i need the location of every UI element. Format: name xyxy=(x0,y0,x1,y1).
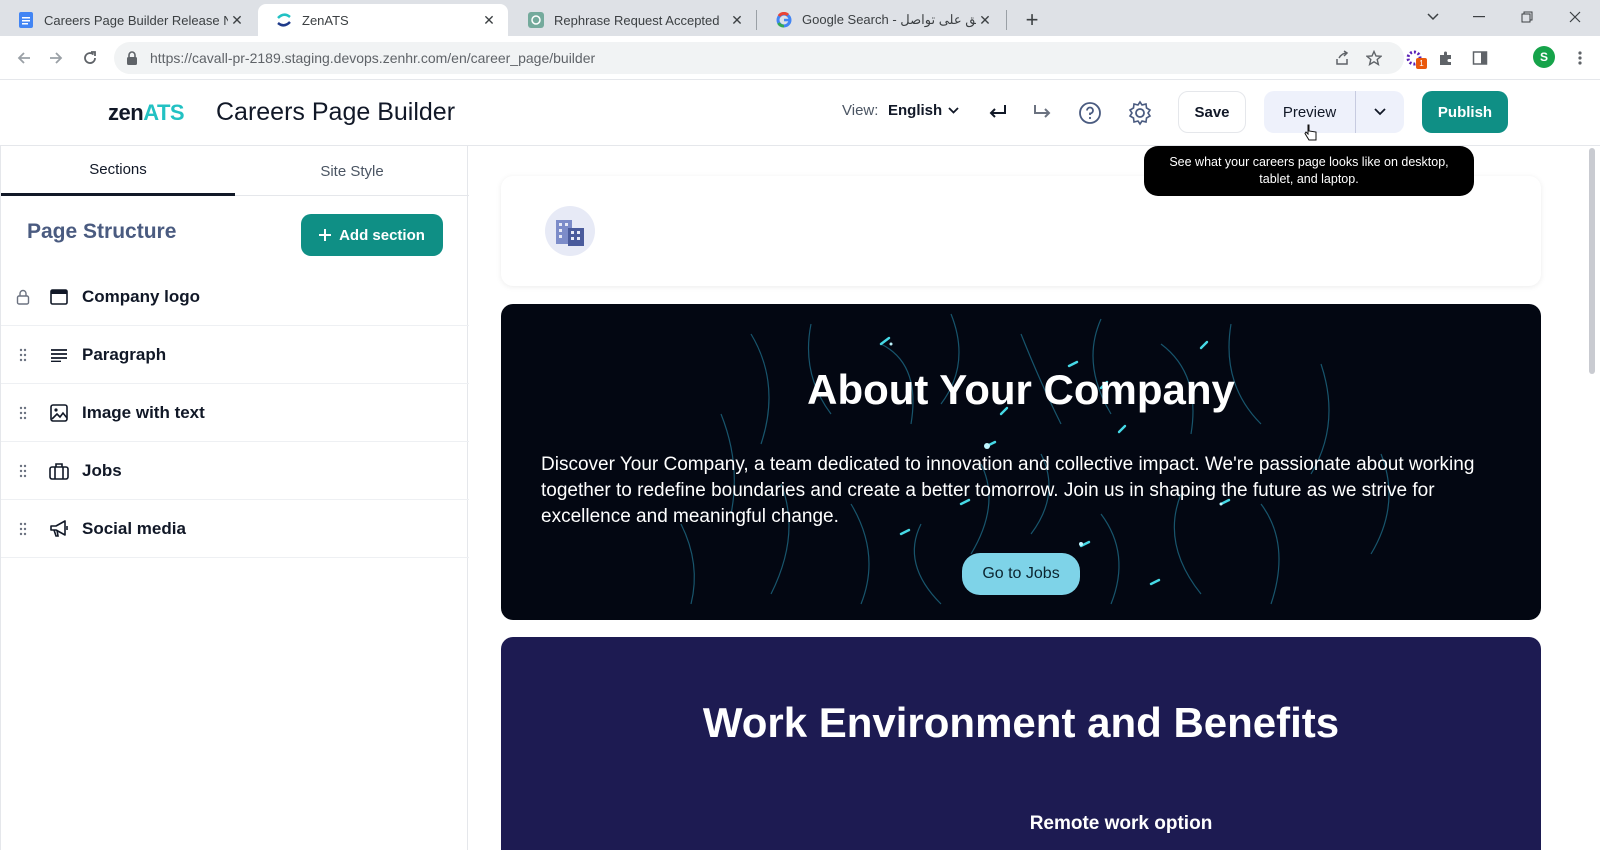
preview-options-button[interactable] xyxy=(1356,91,1404,133)
browser-window-icon xyxy=(49,288,69,305)
hand-cursor-icon xyxy=(1304,124,1318,142)
puzzle-extensions-icon[interactable] xyxy=(1434,46,1458,70)
image-icon xyxy=(49,403,69,422)
language-select[interactable]: English xyxy=(888,102,959,119)
browser-tab-rephrase[interactable]: Rephrase Request Accepted ✕ xyxy=(510,4,756,36)
tab-sections[interactable]: Sections xyxy=(1,146,235,196)
redo-icon[interactable] xyxy=(1028,99,1056,127)
help-icon[interactable] xyxy=(1076,99,1104,127)
minimize-icon[interactable] xyxy=(1456,0,1502,34)
tab-separator xyxy=(756,10,757,30)
reload-icon[interactable] xyxy=(76,44,104,72)
share-icon[interactable] xyxy=(1330,46,1354,70)
tab-search-icon[interactable] xyxy=(1410,0,1456,34)
publish-button[interactable]: Publish xyxy=(1422,91,1508,133)
save-button[interactable]: Save xyxy=(1178,91,1246,133)
undo-icon[interactable] xyxy=(984,99,1012,127)
google-docs-icon xyxy=(18,12,34,28)
section-item-image-with-text[interactable]: Image with text xyxy=(1,384,469,442)
briefcase-icon xyxy=(49,462,69,480)
drag-handle-icon[interactable] xyxy=(15,406,31,420)
browser-tab-google-search[interactable]: Google Search - لنبق على تواصل ✕ xyxy=(758,4,1004,36)
close-tab-icon[interactable]: ✕ xyxy=(480,11,498,29)
sidebar: Sections Site Style Page Structure Add s… xyxy=(0,146,469,850)
extension-badge: 1 xyxy=(1416,58,1427,69)
about-body-text: Discover Your Company, a team dedicated … xyxy=(541,454,1475,527)
browser-tab-release-notes[interactable]: Careers Page Builder Release No ✕ xyxy=(0,4,256,36)
section-item-company-logo[interactable]: Company logo xyxy=(1,268,469,326)
app-header: zen ATS Careers Page Builder View: Englis… xyxy=(0,80,1600,146)
about-company-section[interactable]: About Your Company Discover Your Company… xyxy=(501,304,1541,620)
chevron-down-icon xyxy=(948,107,959,114)
tab-site-style[interactable]: Site Style xyxy=(235,146,469,196)
browser-menu-icon[interactable] xyxy=(1568,46,1592,70)
browser-toolbar: https://cavall-pr-2189.staging.devops.ze… xyxy=(0,36,1600,80)
work-environment-title: Work Environment and Benefits xyxy=(702,699,1340,746)
drag-handle-icon[interactable] xyxy=(15,464,31,478)
section-item-paragraph[interactable]: Paragraph xyxy=(1,326,469,384)
profile-avatar[interactable]: S xyxy=(1533,46,1555,68)
drag-handle-icon[interactable] xyxy=(15,348,31,362)
side-panel-icon[interactable] xyxy=(1468,46,1492,70)
close-tab-icon[interactable]: ✕ xyxy=(728,11,746,29)
google-icon xyxy=(776,12,792,28)
chevron-down-icon xyxy=(1374,108,1386,116)
new-tab-button[interactable]: + xyxy=(1018,6,1046,34)
lock-icon xyxy=(15,289,31,305)
restore-icon[interactable] xyxy=(1504,0,1550,34)
canvas-scrollbar[interactable] xyxy=(1589,148,1595,374)
page-preview-canvas: About Your Company Discover Your Company… xyxy=(469,146,1600,850)
add-section-button[interactable]: Add section xyxy=(301,214,443,256)
close-tab-icon[interactable]: ✕ xyxy=(976,11,994,29)
tab-separator xyxy=(1006,10,1007,30)
section-item-jobs[interactable]: Jobs xyxy=(1,442,469,500)
plus-icon xyxy=(319,229,332,241)
section-item-social-media[interactable]: Social media xyxy=(1,500,469,558)
work-environment-section[interactable]: Work Environment and Benefits Remote wor… xyxy=(501,637,1541,850)
address-bar[interactable]: https://cavall-pr-2189.staging.devops.ze… xyxy=(114,42,1404,74)
zenats-icon xyxy=(276,12,292,28)
preview-tooltip: See what your careers page looks like on… xyxy=(1144,146,1474,196)
go-to-jobs-button[interactable]: Go to Jobs xyxy=(962,553,1080,595)
url-text: https://cavall-pr-2189.staging.devops.ze… xyxy=(150,50,596,66)
close-window-icon[interactable] xyxy=(1552,0,1598,34)
browser-tab-strip: Careers Page Builder Release No ✕ ZenATS… xyxy=(0,0,1600,36)
preview-split-button: Preview xyxy=(1264,91,1404,133)
paragraph-icon xyxy=(49,348,69,362)
megaphone-icon xyxy=(49,519,69,538)
drag-handle-icon[interactable] xyxy=(15,522,31,536)
remote-work-subtitle: Remote work option xyxy=(1029,813,1213,834)
about-title: About Your Company xyxy=(807,366,1235,413)
zenats-logo[interactable]: zen ATS xyxy=(108,100,185,126)
extension-flower-icon[interactable]: 1 xyxy=(1402,46,1427,70)
lock-icon xyxy=(126,51,142,65)
view-label: View: xyxy=(842,102,879,119)
page-structure-title: Page Structure xyxy=(27,220,177,243)
bookmark-star-icon[interactable] xyxy=(1362,46,1386,70)
building-icon xyxy=(545,206,595,256)
back-icon[interactable] xyxy=(10,44,38,72)
sidebar-tabs: Sections Site Style xyxy=(1,146,469,196)
close-tab-icon[interactable]: ✕ xyxy=(228,11,246,29)
forward-icon[interactable] xyxy=(42,44,70,72)
page-title: Careers Page Builder xyxy=(216,98,456,126)
settings-gear-icon[interactable] xyxy=(1126,99,1154,127)
chatgpt-icon xyxy=(528,12,544,28)
browser-tab-zenats[interactable]: ZenATS ✕ xyxy=(258,4,508,36)
